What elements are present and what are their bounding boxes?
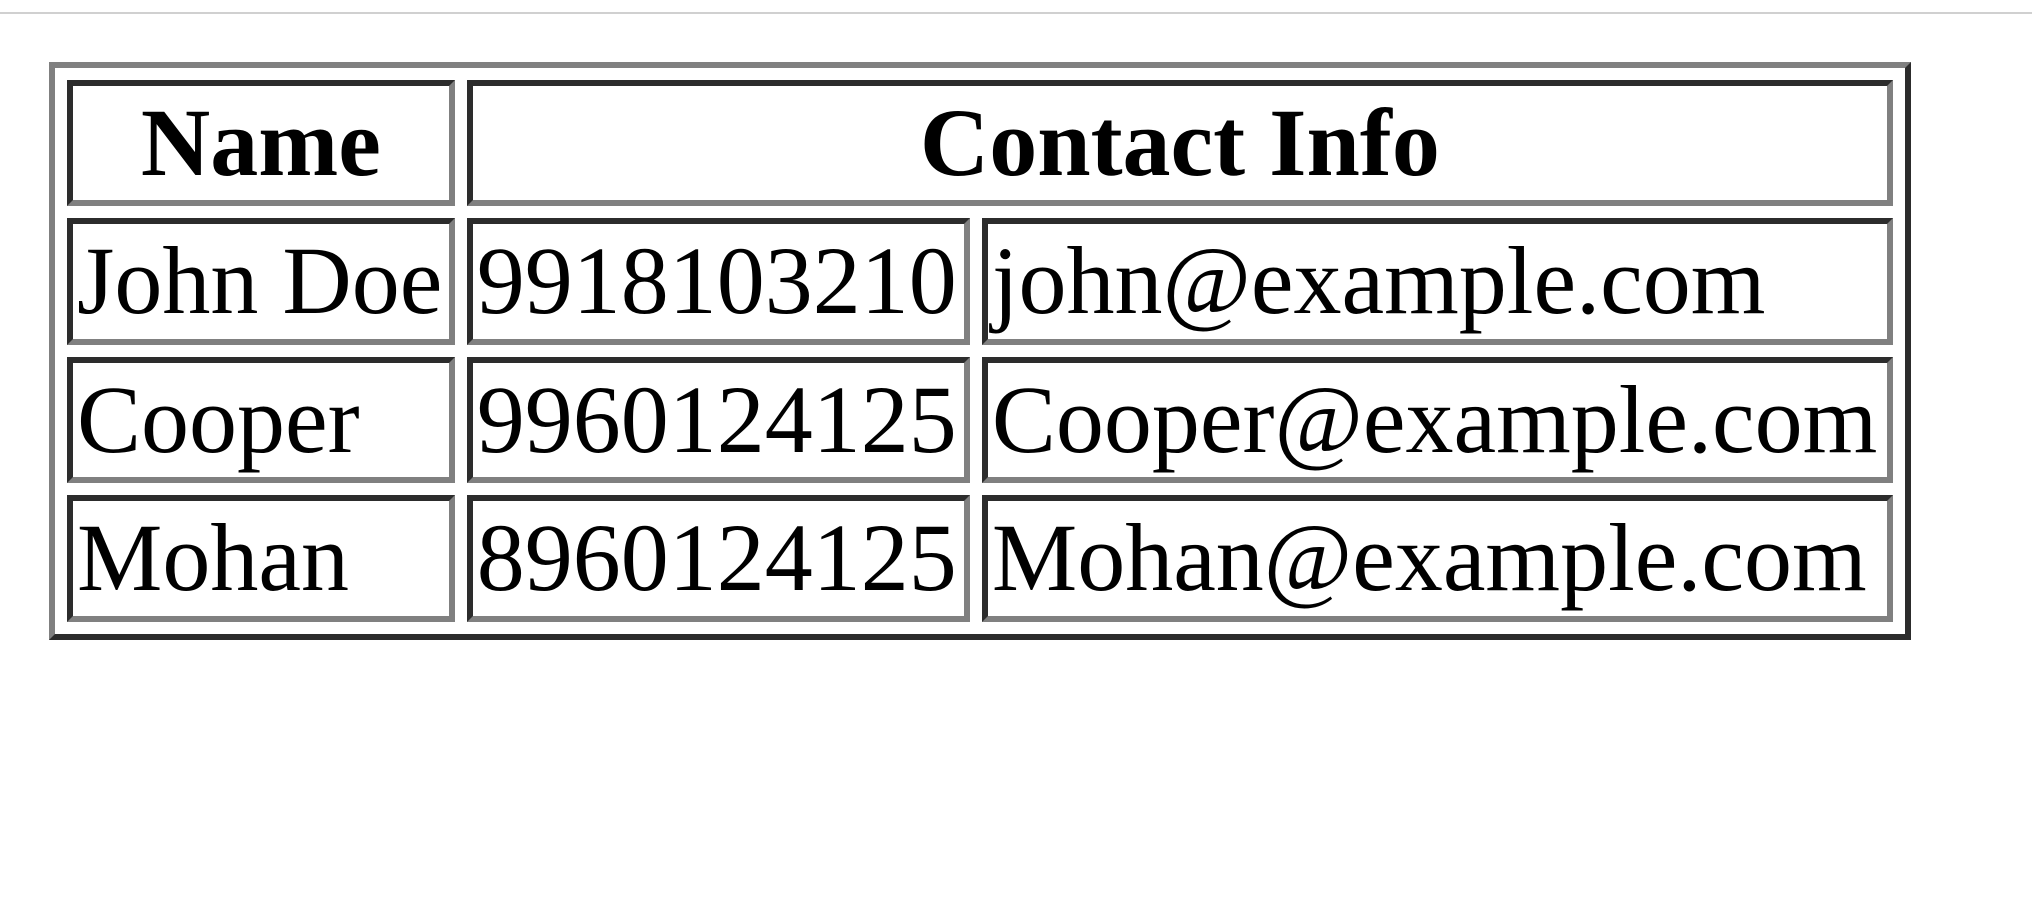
contact-table: Name Contact Info John Doe 9918103210 jo… — [49, 62, 1911, 640]
cell-name: Mohan — [67, 495, 455, 622]
page-top-divider — [0, 12, 2032, 14]
cell-phone: 8960124125 — [466, 495, 970, 622]
header-row: Name Contact Info — [67, 80, 1893, 207]
cell-phone: 9918103210 — [466, 218, 970, 345]
header-name: Name — [67, 80, 455, 207]
cell-email: john@example.com — [981, 218, 1893, 345]
cell-name: Cooper — [67, 356, 455, 484]
table-row: Cooper 9960124125 Cooper@example.com — [67, 356, 1893, 484]
table-row: John Doe 9918103210 john@example.com — [67, 218, 1893, 345]
cell-phone: 9960124125 — [466, 356, 970, 484]
header-contact-info: Contact Info — [466, 80, 1893, 207]
cell-email: Cooper@example.com — [981, 356, 1893, 484]
cell-email: Mohan@example.com — [981, 495, 1893, 622]
cell-name: John Doe — [67, 218, 455, 345]
table-row: Mohan 8960124125 Mohan@example.com — [67, 495, 1893, 622]
